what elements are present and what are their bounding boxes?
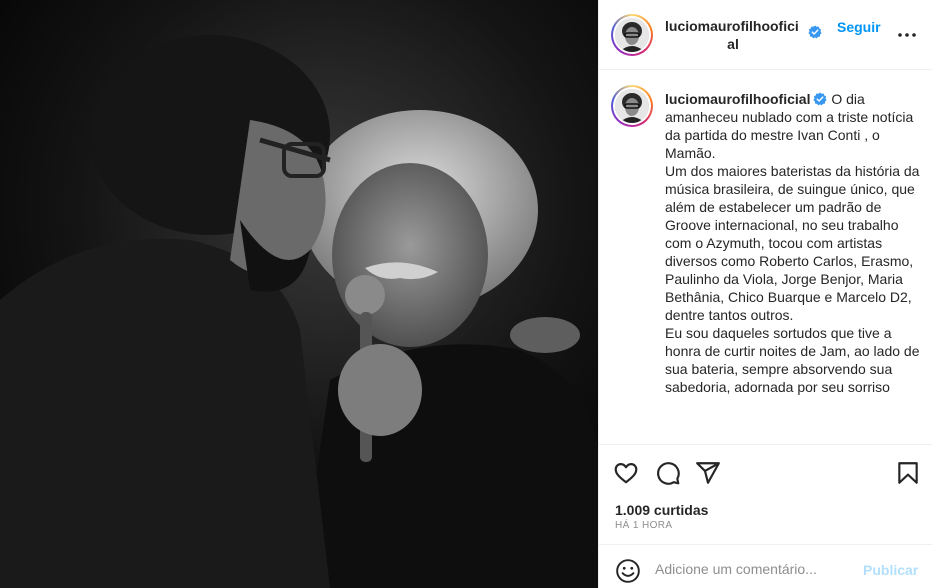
comment-input[interactable] bbox=[655, 558, 855, 580]
avatar-image bbox=[615, 89, 649, 123]
author-username-line1: luciomaurofilhoofici bbox=[665, 18, 799, 34]
caption-username[interactable]: luciomaurofilhooficial bbox=[665, 91, 810, 107]
author-avatar[interactable] bbox=[611, 14, 653, 56]
share-icon[interactable] bbox=[695, 460, 721, 486]
caption-body: O dia amanheceu nublado com a triste not… bbox=[665, 91, 920, 395]
post-side-panel: luciomaurofilhoofici al Seguir luciomaur… bbox=[598, 0, 932, 588]
caption-section: luciomaurofilhooficial O dia amanheceu n… bbox=[599, 72, 932, 444]
post-photo-image bbox=[0, 0, 598, 588]
heart-icon[interactable] bbox=[613, 460, 639, 486]
more-options-icon[interactable] bbox=[897, 26, 917, 44]
comment-bar: Publicar bbox=[599, 544, 932, 588]
verified-icon bbox=[813, 92, 828, 106]
post-timestamp[interactable]: HÁ 1 HORA bbox=[615, 520, 673, 531]
bookmark-icon[interactable] bbox=[895, 460, 921, 486]
verified-icon bbox=[808, 25, 822, 39]
post-photo[interactable] bbox=[0, 0, 598, 588]
caption-author-avatar[interactable] bbox=[611, 85, 653, 127]
post-header: luciomaurofilhoofici al Seguir bbox=[599, 0, 932, 70]
follow-button[interactable]: Seguir bbox=[837, 19, 881, 35]
avatar-image bbox=[615, 18, 649, 52]
post-actions: 1.009 curtidas HÁ 1 HORA bbox=[599, 444, 932, 544]
emoji-icon[interactable] bbox=[615, 558, 641, 584]
caption-text-block: luciomaurofilhooficial O dia amanheceu n… bbox=[665, 90, 925, 396]
comment-icon[interactable] bbox=[655, 460, 681, 486]
author-username[interactable]: luciomaurofilhoofici al bbox=[665, 17, 801, 53]
publish-button[interactable]: Publicar bbox=[863, 562, 918, 578]
author-username-line2: al bbox=[727, 36, 739, 52]
likes-count[interactable]: 1.009 curtidas bbox=[615, 502, 708, 518]
